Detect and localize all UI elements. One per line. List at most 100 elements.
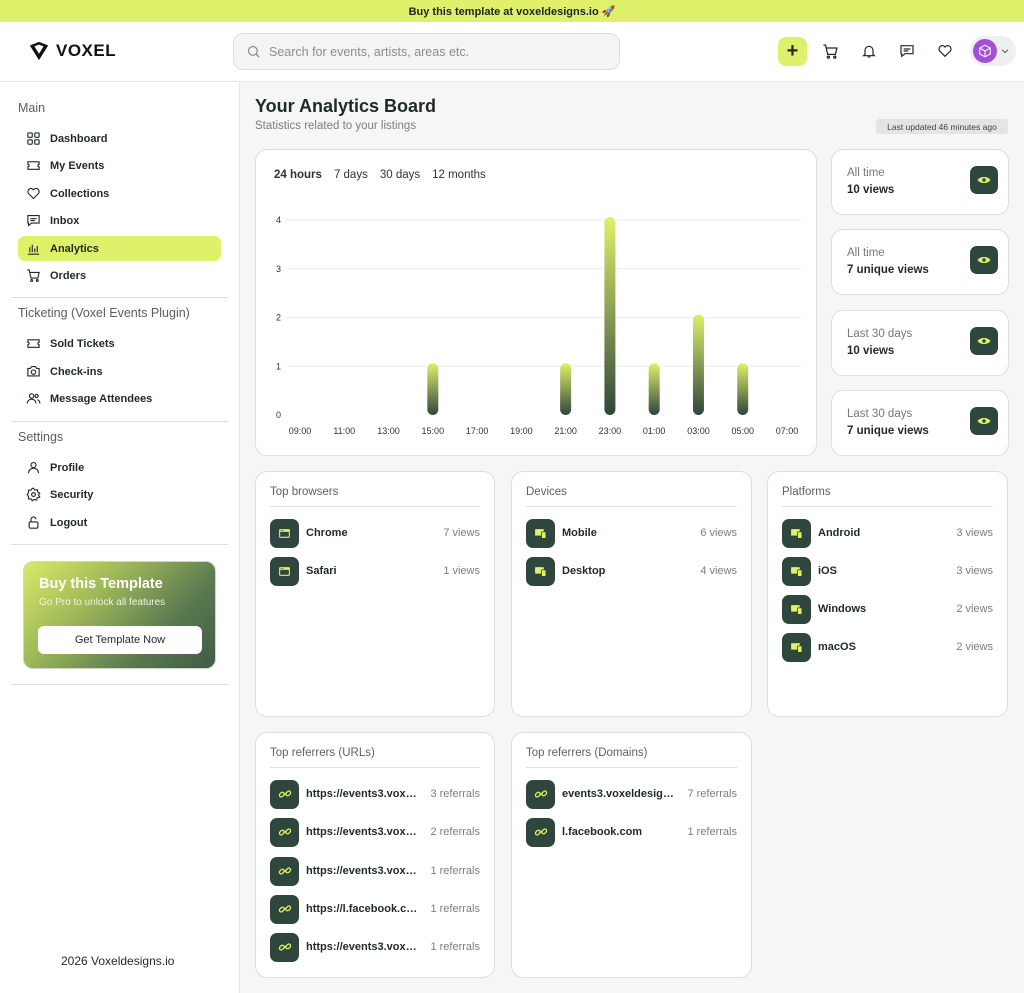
favorites-button[interactable]: [930, 37, 959, 66]
row-label: Android: [818, 527, 861, 539]
stat-card-30-days-views: Last 30 days 10 views: [831, 310, 1009, 376]
sidebar-item-orders[interactable]: Orders: [18, 263, 221, 288]
sidebar-item-inbox[interactable]: Inbox: [18, 208, 221, 233]
search-input[interactable]: [269, 44, 599, 59]
list-item[interactable]: Chrome 7 views: [270, 518, 480, 548]
list-item[interactable]: Safari 1 views: [270, 556, 480, 586]
list-item[interactable]: https://events3.voxeldesigns.io/ 2 refer…: [270, 817, 480, 847]
avatar-cube-icon: [979, 44, 991, 58]
list-item[interactable]: macOS 2 views: [782, 632, 993, 662]
section-label-ticketing: Ticketing (Voxel Events Plugin): [18, 306, 190, 320]
sidebar-item-collections[interactable]: Collections: [18, 181, 221, 206]
gear-icon: [26, 487, 41, 502]
eye-icon: [970, 166, 998, 194]
sidebar-item-security[interactable]: Security: [18, 482, 221, 507]
user-menu[interactable]: [970, 36, 1016, 66]
browser-icon: [270, 518, 299, 548]
stat-period: All time: [847, 167, 885, 179]
x-tick-label: 09:00: [289, 426, 312, 436]
x-tick-label: 21:00: [554, 426, 577, 436]
chart-bar-03:00[interactable]: [692, 314, 704, 416]
heart-icon: [27, 187, 40, 200]
list-item[interactable]: https://events3.voxeldesigns.io/ 1 refer…: [270, 932, 480, 962]
sidebar-item-label: Logout: [50, 516, 88, 529]
card-title: Top browsers: [270, 486, 339, 498]
messages-button[interactable]: [892, 37, 921, 66]
sidebar-item-analytics[interactable]: Analytics: [18, 236, 221, 261]
section-label-main: Main: [18, 101, 46, 115]
list-item[interactable]: events3.voxeldesigns.io 7 referrals: [526, 779, 737, 809]
row-label: Windows: [818, 603, 867, 615]
row-label: Mobile: [562, 527, 597, 539]
sidebar-item-dashboard[interactable]: Dashboard: [18, 126, 221, 151]
list-item[interactable]: l.facebook.com 1 referrals: [526, 817, 737, 847]
list-item[interactable]: Android 3 views: [782, 518, 993, 548]
platforms-card: Platforms Android 3 views iOS 3 views Wi…: [767, 471, 1008, 717]
section-label-settings: Settings: [18, 430, 64, 444]
list-item[interactable]: Mobile 6 views: [526, 518, 737, 548]
sidebar-item-label: Orders: [50, 269, 87, 282]
sidebar-item-label: Dashboard: [50, 132, 108, 145]
divider: [526, 767, 737, 768]
avatar[interactable]: [973, 39, 997, 63]
devices-card: Devices Mobile 6 views Desktop 4 views: [511, 471, 752, 717]
list-item[interactable]: https://events3.voxeldesigns.io/ 3 refer…: [270, 779, 480, 809]
sidebar-item-sold-tickets[interactable]: Sold Tickets: [18, 331, 221, 356]
row-label: https://l.facebook.com/: [306, 903, 419, 915]
y-tick-label: 1: [276, 361, 281, 371]
promo-text[interactable]: Buy this template at voxeldesigns.io 🚀: [409, 5, 616, 18]
x-tick-label: 15:00: [422, 426, 445, 436]
promo-bar[interactable]: Buy this template at voxeldesigns.io 🚀: [0, 0, 1024, 22]
list-item[interactable]: https://events3.voxeldesigns.io/ 1 refer…: [270, 856, 480, 886]
ticket-icon: [27, 339, 40, 348]
chart-bar-15:00[interactable]: [427, 363, 439, 415]
list-item[interactable]: iOS 3 views: [782, 556, 993, 586]
chart-bar-05:00[interactable]: [737, 363, 749, 415]
get-template-button[interactable]: Get Template Now: [38, 626, 202, 654]
message-icon: [899, 45, 914, 58]
divider: [782, 506, 993, 507]
stat-value: 10 views: [847, 184, 895, 196]
notifications-button[interactable]: [854, 37, 883, 66]
divider: [11, 544, 228, 545]
card-title: Top referrers (URLs): [270, 747, 375, 759]
row-label: iOS: [818, 565, 837, 577]
cart-button[interactable]: [816, 37, 845, 66]
divider: [270, 767, 480, 768]
sidebar-item-check-ins[interactable]: Check-ins: [18, 359, 221, 384]
platform-icon: [782, 594, 811, 624]
sidebar-item-message-attendees[interactable]: Message Attendees: [18, 386, 221, 411]
stat-period: Last 30 days: [847, 408, 913, 420]
row-value: 4 views: [700, 565, 737, 577]
heart-icon: [937, 45, 952, 58]
sidebar-item-my-events[interactable]: My Events: [18, 153, 221, 178]
chart-bar-23:00[interactable]: [604, 217, 616, 415]
list-item[interactable]: Desktop 4 views: [526, 556, 737, 586]
search-bar[interactable]: [233, 33, 620, 70]
y-tick-label: 4: [276, 215, 281, 225]
sidebar-item-logout[interactable]: Logout: [18, 510, 221, 535]
chart-bar-21:00[interactable]: [560, 363, 572, 415]
cart-icon: [27, 269, 40, 282]
list-item[interactable]: Windows 2 views: [782, 594, 993, 624]
row-label: events3.voxeldesigns.io: [562, 788, 675, 800]
chart-bar-01:00[interactable]: [648, 363, 660, 415]
chevron-down-icon[interactable]: [1000, 46, 1010, 56]
link-icon: [270, 817, 299, 847]
brand-logo[interactable]: VOXEL: [28, 40, 116, 62]
row-value: 3 referrals: [430, 788, 480, 800]
row-value: 1 referrals: [430, 903, 480, 915]
row-label: l.facebook.com: [562, 826, 643, 838]
link-icon: [270, 932, 299, 962]
sidebar-item-profile[interactable]: Profile: [18, 455, 221, 480]
divider: [526, 506, 737, 507]
bar-chart-icon: [27, 244, 40, 255]
list-item[interactable]: https://l.facebook.com/ 1 referrals: [270, 894, 480, 924]
row-value: 3 views: [956, 527, 993, 539]
device-icon: [526, 518, 555, 548]
divider: [11, 421, 228, 422]
create-button[interactable]: +: [778, 36, 807, 66]
row-value: 1 referrals: [687, 826, 737, 838]
divider: [11, 684, 228, 685]
eye-icon: [970, 407, 998, 435]
